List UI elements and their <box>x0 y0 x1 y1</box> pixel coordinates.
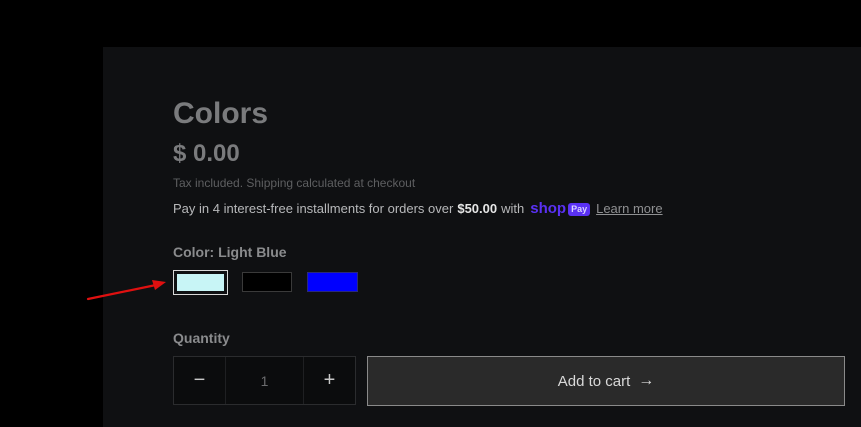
quantity-label: Quantity <box>173 330 230 346</box>
swatch-blue[interactable] <box>307 272 358 292</box>
annotation-arrow-icon <box>86 280 166 301</box>
quantity-decrease-button[interactable]: − <box>174 357 225 404</box>
learn-more-link[interactable]: Learn more <box>596 201 662 217</box>
tax-note: Tax included. Shipping calculated at che… <box>173 176 416 190</box>
product-title: Colors <box>173 97 269 130</box>
quantity-stepper: − 1 + <box>173 356 356 405</box>
quantity-increase-button[interactable]: + <box>304 357 355 404</box>
shop-pay-logo-badge: Pay <box>568 202 591 216</box>
shop-pay-logo-word: shop <box>530 200 567 217</box>
installments-text: Pay in 4 interest-free installments for … <box>173 201 454 216</box>
add-to-cart-button[interactable]: Add to cart → <box>367 356 845 406</box>
add-to-cart-label: Add to cart <box>557 372 631 390</box>
swatch-light-blue-fill <box>177 274 224 291</box>
installments-info: Pay in 4 interest-free installments for … <box>173 201 663 217</box>
installments-with: with <box>501 201 525 216</box>
arrow-right-icon: → <box>638 372 655 389</box>
color-option-label: Color: Light Blue <box>173 244 287 260</box>
product-price: $ 0.00 <box>173 140 240 167</box>
swatch-light-blue[interactable] <box>173 270 228 295</box>
swatch-black[interactable] <box>242 272 292 292</box>
installments-threshold: $50.00 <box>457 201 498 216</box>
quantity-input[interactable]: 1 <box>225 357 304 404</box>
